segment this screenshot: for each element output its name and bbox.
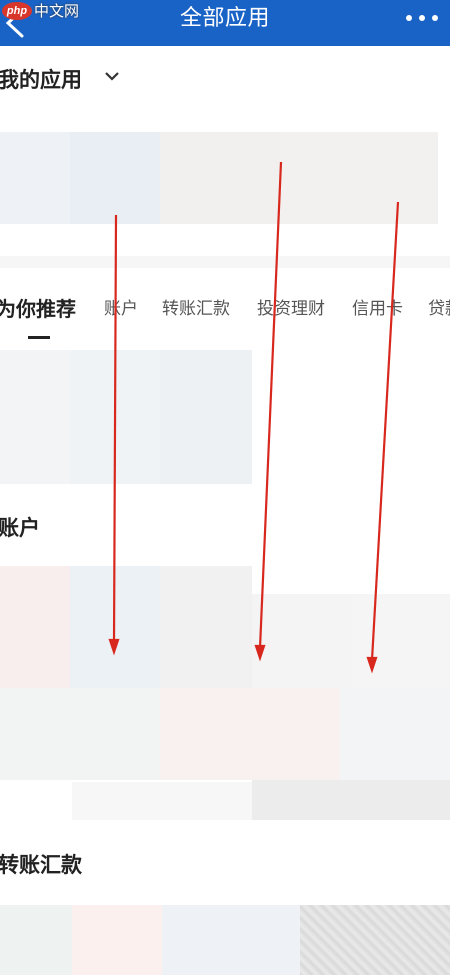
my-apps-toggle[interactable] <box>104 68 120 84</box>
annotation-arrow <box>370 201 400 661</box>
app-tile-blurred[interactable] <box>70 566 160 688</box>
app-tile-blurred[interactable] <box>0 905 72 975</box>
app-tile-blurred[interactable] <box>72 782 252 820</box>
app-screen: 全部应用 php 中文网 我的应用 为你推荐 账户 转账汇款 投资理财 信用卡 … <box>0 0 450 975</box>
app-tile-blurred[interactable] <box>160 566 252 688</box>
tab-account[interactable]: 账户 <box>104 292 138 328</box>
tab-investment[interactable]: 投资理财 <box>257 292 325 328</box>
chevron-down-icon <box>105 72 119 81</box>
tab-recommend[interactable]: 为你推荐 <box>0 292 76 328</box>
app-tile-blurred[interactable] <box>0 566 70 688</box>
app-tile-blurred[interactable] <box>160 350 252 484</box>
tab-transfer[interactable]: 转账汇款 <box>162 292 230 328</box>
app-tile-blurred[interactable] <box>70 350 160 484</box>
account-section-title: 账户 <box>0 516 40 540</box>
more-dot <box>432 15 438 21</box>
app-tile-blurred[interactable] <box>160 132 280 224</box>
my-apps-title: 我的应用 <box>0 68 82 92</box>
watermark-logo: php <box>2 2 32 20</box>
site-watermark: php 中文网 <box>0 0 110 22</box>
tab-active-indicator <box>28 336 50 339</box>
tab-loan[interactable]: 贷款 <box>428 292 450 328</box>
app-tile-blurred[interactable] <box>352 594 450 688</box>
transfer-section-title: 转账汇款 <box>0 853 82 877</box>
more-dot <box>419 15 425 21</box>
app-tile-blurred[interactable] <box>162 905 300 975</box>
app-tile-blurred[interactable] <box>340 688 450 780</box>
app-tile-blurred[interactable] <box>0 132 70 224</box>
divider-band <box>0 256 450 268</box>
app-tile-blurred[interactable] <box>252 594 352 688</box>
app-tile-blurred[interactable] <box>72 905 162 975</box>
app-tile-blurred[interactable] <box>160 688 340 780</box>
annotation-arrow <box>258 161 283 649</box>
app-tile-blurred[interactable] <box>0 688 160 780</box>
app-tile-blurred[interactable] <box>300 905 450 975</box>
app-tile-blurred[interactable] <box>0 350 70 484</box>
more-dots-icon <box>406 15 412 21</box>
app-tile-blurred[interactable] <box>252 780 450 820</box>
tab-credit-card[interactable]: 信用卡 <box>352 292 403 328</box>
watermark-text: 中文网 <box>34 2 80 20</box>
more-button[interactable] <box>402 4 442 32</box>
app-tile-blurred[interactable] <box>280 132 438 224</box>
app-tile-blurred[interactable] <box>70 132 160 224</box>
